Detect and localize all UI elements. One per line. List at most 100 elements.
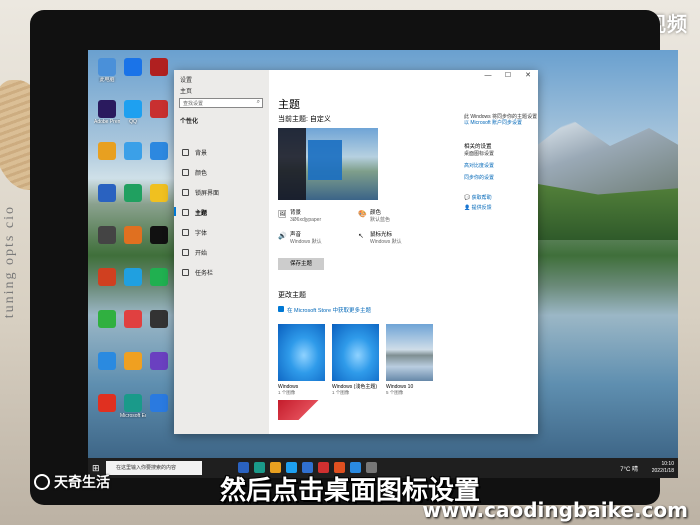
related-settings-column: 此 Windows 将同步你的主题设置 以 Microsoft 账户同步设置 相… bbox=[464, 114, 544, 211]
nav-item-icon bbox=[182, 149, 189, 156]
desktop-icon-label: QQ bbox=[129, 119, 137, 125]
nav-item[interactable]: 颜色 bbox=[182, 168, 207, 177]
theme-card-more[interactable] bbox=[278, 400, 325, 420]
nav-item-icon bbox=[182, 269, 189, 276]
desktop-icon[interactable] bbox=[146, 268, 172, 287]
related-settings-heading: 相关的设置 bbox=[464, 144, 492, 150]
nav-item-label: 任务栏 bbox=[195, 271, 214, 277]
desktop-icon[interactable] bbox=[146, 58, 172, 77]
desktop-icon[interactable] bbox=[120, 142, 146, 161]
app-icon bbox=[124, 310, 142, 328]
app-icon bbox=[98, 58, 116, 76]
desktop-icon[interactable] bbox=[94, 268, 120, 287]
desktop-icon-label: Adobe Premi... bbox=[94, 119, 120, 125]
app-icon bbox=[124, 394, 142, 412]
speaker-icon: 🔊 bbox=[278, 233, 287, 240]
desktop-icon[interactable] bbox=[146, 100, 172, 119]
theme-thumbnail bbox=[278, 400, 325, 420]
app-icon bbox=[150, 184, 168, 202]
prop-color[interactable]: 🎨 颜色 默认蓝色 bbox=[358, 210, 390, 223]
theme-card-windows-10[interactable]: Windows 10 5 个图像 bbox=[386, 324, 433, 396]
store-link[interactable]: 在 Microsoft Store 中获取更多主题 bbox=[278, 306, 371, 314]
app-icon bbox=[124, 184, 142, 202]
app-icon bbox=[124, 226, 142, 244]
app-icon bbox=[98, 226, 116, 244]
prop-cursor[interactable]: ↖ 鼠标光标 Windows 默认 bbox=[358, 232, 402, 245]
nav-item-icon bbox=[182, 189, 189, 196]
nav-item[interactable]: 任务栏 bbox=[182, 268, 213, 277]
brand-bottom-right: www.caodingbaike.com bbox=[422, 498, 688, 522]
app-icon bbox=[150, 352, 168, 370]
nav-item-label: 主题 bbox=[195, 211, 208, 217]
cursor-icon: ↖ bbox=[358, 233, 364, 240]
app-icon bbox=[150, 142, 168, 160]
app-icon bbox=[98, 352, 116, 370]
nav-item-label: 开始 bbox=[195, 251, 208, 257]
settings-window: 设置 查找设置 ⌕ 主页 个性化 背景 颜色 锁屏界面 主题 字体 开始 任务栏 — ☐ ✕… bbox=[173, 70, 538, 434]
desktop-icon[interactable] bbox=[146, 394, 172, 413]
desktop-icon[interactable]: Adobe Premi... bbox=[94, 100, 120, 125]
app-icon bbox=[150, 226, 168, 244]
theme-preview bbox=[278, 128, 378, 200]
desktop-icon[interactable]: 此电脑 bbox=[94, 58, 120, 83]
desktop-icon[interactable] bbox=[94, 310, 120, 329]
store-bag-icon bbox=[278, 306, 284, 312]
desktop-icon[interactable] bbox=[146, 352, 172, 371]
desktop-icon[interactable] bbox=[94, 142, 120, 161]
app-icon bbox=[124, 100, 142, 118]
desktop-icon[interactable] bbox=[94, 226, 120, 245]
help-icon: 💬 bbox=[464, 195, 472, 201]
desktop-icon[interactable]: Microsoft Edge bbox=[120, 394, 146, 419]
search-placeholder: 查找设置 bbox=[183, 101, 204, 107]
nav-item[interactable]: 开始 bbox=[182, 248, 207, 257]
theme-card-windows[interactable]: Windows 1 个图像 bbox=[278, 324, 325, 396]
app-icon bbox=[124, 142, 142, 160]
desktop-icon[interactable] bbox=[120, 310, 146, 329]
nav-item[interactable]: 背景 bbox=[182, 148, 207, 157]
prop-sound[interactable]: 🔊 声音 Windows 默认 bbox=[278, 232, 322, 245]
desktop-icon[interactable] bbox=[94, 352, 120, 371]
search-input[interactable]: 查找设置 ⌕ bbox=[179, 98, 263, 108]
nav-item-icon bbox=[182, 229, 189, 236]
nav-item[interactable]: 字体 bbox=[182, 228, 207, 237]
desktop-icon[interactable] bbox=[120, 352, 146, 371]
nav-item-label: 颜色 bbox=[195, 171, 208, 177]
nav-item-icon bbox=[182, 249, 189, 256]
app-icon bbox=[124, 268, 142, 286]
nav-item-icon bbox=[182, 209, 189, 216]
desktop-screen: 此电脑 Adobe Premi... QQ Microsoft Edge 设置 查找设… bbox=[88, 50, 678, 478]
app-icon bbox=[150, 268, 168, 286]
prop-background[interactable]: 🖼 背景 3Ø6xdjypaper bbox=[278, 210, 321, 223]
window-title: 设置 bbox=[180, 78, 193, 84]
monitor: 此电脑 Adobe Premi... QQ Microsoft Edge 设置 查找设… bbox=[30, 10, 678, 505]
app-icon bbox=[98, 184, 116, 202]
theme-card-windows-light[interactable]: Windows (浅色主题) 1 个图像 bbox=[332, 324, 379, 396]
nav-item[interactable]: 锁屏界面 bbox=[182, 188, 219, 197]
nav-item-label: 字体 bbox=[195, 231, 208, 237]
theme-thumbnail bbox=[332, 324, 379, 381]
desktop-icon[interactable] bbox=[146, 142, 172, 161]
app-icon bbox=[150, 310, 168, 328]
desktop-icon-label: Microsoft Edge bbox=[120, 413, 146, 419]
feedback-icon: 👤 bbox=[464, 205, 472, 211]
nav-item-icon bbox=[182, 169, 189, 176]
desktop-icon-label: 此电脑 bbox=[99, 77, 115, 83]
desktop-icon[interactable] bbox=[94, 394, 120, 413]
nav-item[interactable]: 主题 bbox=[173, 207, 208, 217]
settings-content: 主题 当前主题: 自定义 🖼 背景 3Ø6xdjypaper 🎨 颜色 默认蓝色 🔊… bbox=[278, 70, 538, 434]
app-icon bbox=[98, 268, 116, 286]
desktop-icon[interactable] bbox=[120, 184, 146, 203]
desktop-icon[interactable] bbox=[120, 268, 146, 287]
desktop-icon[interactable] bbox=[146, 226, 172, 245]
feedback-link[interactable]: 👤 提供反馈 bbox=[464, 205, 544, 211]
nav-home-label[interactable]: 主页 bbox=[180, 86, 192, 95]
desktop-icon[interactable]: QQ bbox=[120, 100, 146, 125]
desktop-icon[interactable] bbox=[146, 184, 172, 203]
desktop-icon[interactable] bbox=[94, 184, 120, 203]
save-theme-button[interactable]: 保存主题 bbox=[278, 258, 324, 270]
desktop-icon[interactable] bbox=[120, 58, 146, 77]
app-icon bbox=[150, 100, 168, 118]
desktop-icon[interactable] bbox=[120, 226, 146, 245]
desktop-icon[interactable] bbox=[146, 310, 172, 329]
app-icon bbox=[98, 394, 116, 412]
